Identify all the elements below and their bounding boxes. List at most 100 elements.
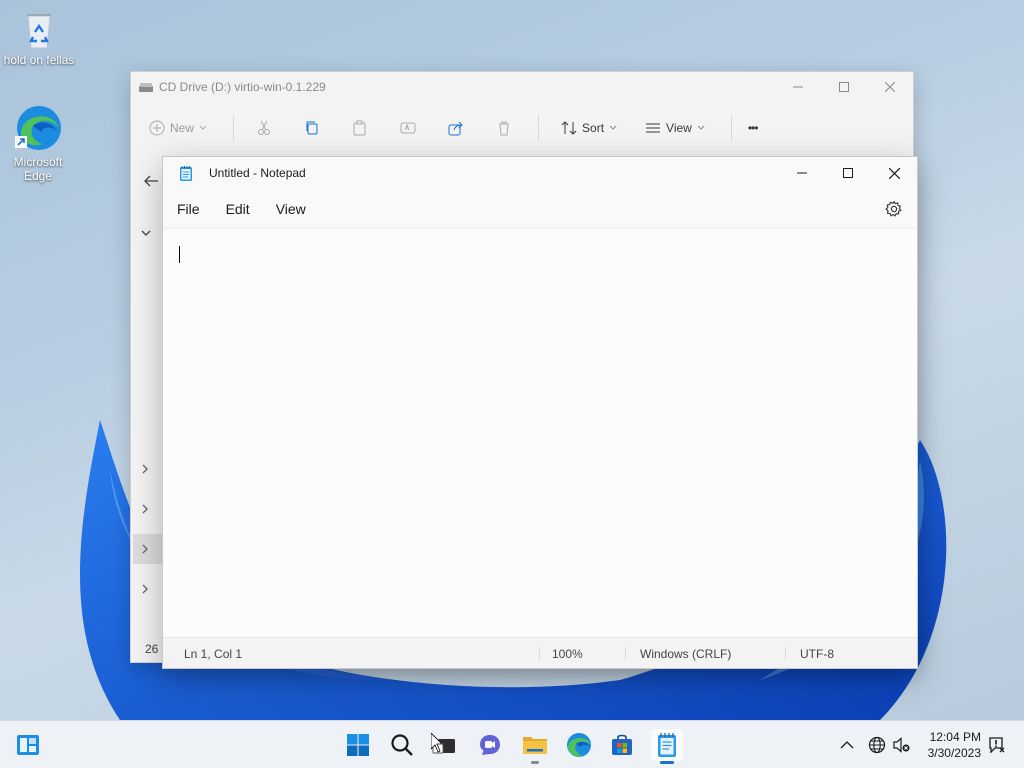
running-indicator — [531, 761, 539, 764]
volume-button[interactable] — [893, 721, 911, 768]
notepad-menu-bar: File Edit View — [163, 189, 917, 229]
system-clock[interactable]: 12:04 PM 3/30/2023 — [928, 729, 981, 761]
cut-button[interactable] — [256, 120, 272, 136]
gear-icon — [885, 200, 902, 217]
windows-logo-icon — [347, 734, 369, 756]
copy-icon — [306, 121, 318, 135]
notepad-minimize-button[interactable] — [779, 157, 825, 189]
menu-view[interactable]: View — [276, 197, 306, 221]
explorer-maximize-button[interactable] — [821, 72, 867, 102]
back-button[interactable] — [143, 174, 159, 191]
edge-taskbar-button[interactable] — [563, 729, 595, 761]
edge-icon — [13, 104, 63, 152]
desktop-icon-label: hold on fellas — [3, 53, 75, 67]
explorer-title: CD Drive (D:) virtio-win-0.1.229 — [159, 80, 326, 94]
zoom-level: 100% — [552, 647, 583, 661]
share-button[interactable] — [448, 120, 464, 136]
chevron-right-icon — [142, 584, 148, 594]
notepad-title: Untitled - Notepad — [209, 166, 306, 180]
explorer-navigation-pane — [131, 164, 163, 662]
widgets-icon — [17, 735, 39, 755]
maximize-icon — [839, 82, 849, 92]
notepad-text-area[interactable] — [163, 228, 917, 637]
scissors-icon — [258, 120, 271, 135]
sort-label: Sort — [582, 121, 605, 135]
nav-expander[interactable] — [141, 584, 149, 597]
desktop-icon-label: Microsoft Edge — [13, 155, 63, 183]
text-caret — [179, 246, 180, 263]
clock-date: 3/30/2023 — [927, 746, 981, 760]
edge-icon — [567, 733, 591, 757]
speaker-muted-icon — [893, 737, 910, 753]
chevron-right-icon — [142, 544, 148, 554]
settings-button[interactable] — [885, 200, 903, 218]
explorer-command-bar: New Sort View ••• — [131, 108, 913, 148]
file-explorer-taskbar-button[interactable] — [519, 729, 551, 764]
nav-expander[interactable] — [141, 504, 149, 517]
share-icon — [448, 121, 463, 136]
delete-button[interactable] — [496, 120, 512, 136]
explorer-close-button[interactable] — [867, 72, 913, 102]
maximize-icon — [843, 168, 853, 178]
notepad-maximize-button[interactable] — [825, 157, 871, 189]
notifications-button[interactable] — [988, 721, 1006, 768]
teams-chat-button[interactable] — [474, 729, 506, 761]
task-view-button[interactable] — [428, 729, 460, 761]
chevron-right-icon — [142, 504, 148, 514]
task-view-icon — [431, 733, 455, 754]
chevron-down-icon — [141, 230, 151, 236]
sort-button[interactable]: Sort — [561, 120, 617, 136]
chevron-right-icon — [142, 464, 148, 474]
more-options-icon: ••• — [747, 121, 759, 135]
clock-time: 12:04 PM — [929, 730, 981, 744]
start-button[interactable] — [342, 729, 374, 761]
chevron-down-icon — [199, 125, 207, 130]
notification-icon — [989, 737, 1005, 754]
view-list-icon — [646, 123, 661, 133]
notepad-titlebar[interactable]: Untitled - Notepad — [163, 157, 917, 189]
show-hidden-icons-button[interactable] — [840, 721, 854, 768]
new-button[interactable]: New — [149, 120, 207, 136]
chat-icon — [480, 735, 500, 755]
close-icon — [885, 82, 895, 92]
notepad-window[interactable]: Untitled - Notepad File Edit View Ln 1, … — [162, 156, 918, 669]
nav-expander[interactable] — [141, 228, 151, 240]
view-label: View — [666, 121, 692, 135]
notepad-taskbar-button[interactable] — [651, 729, 683, 764]
rename-button[interactable] — [400, 120, 416, 136]
notepad-app-icon — [179, 165, 193, 181]
search-button[interactable] — [386, 729, 418, 761]
language-button[interactable] — [868, 721, 886, 768]
arrow-left-icon — [144, 175, 158, 187]
explorer-titlebar[interactable]: CD Drive (D:) virtio-win-0.1.229 — [131, 72, 913, 102]
active-window-indicator — [660, 761, 674, 764]
status-divider — [785, 647, 786, 661]
cursor-position: Ln 1, Col 1 — [184, 647, 243, 661]
view-button[interactable]: View — [645, 120, 705, 136]
store-icon — [612, 734, 632, 755]
minimize-icon — [797, 172, 807, 174]
store-button[interactable] — [606, 729, 638, 761]
taskbar: 12:04 PM 3/30/2023 — [0, 720, 1024, 768]
copy-button[interactable] — [304, 120, 320, 136]
notepad-close-button[interactable] — [871, 157, 917, 189]
plus-circle-icon — [149, 120, 165, 136]
line-ending: Windows (CRLF) — [640, 647, 732, 661]
toolbar-divider — [538, 115, 540, 141]
cd-drive-icon — [139, 82, 153, 92]
explorer-minimize-button[interactable] — [775, 72, 821, 102]
widgets-button[interactable] — [12, 729, 44, 761]
toolbar-divider — [730, 115, 732, 141]
menu-file[interactable]: File — [177, 197, 200, 221]
paste-button[interactable] — [352, 120, 368, 136]
notepad-icon — [658, 733, 676, 757]
desktop-icon-recycle-bin[interactable]: hold on fellas — [1, 10, 77, 67]
menu-edit[interactable]: Edit — [226, 197, 250, 221]
nav-expander[interactable] — [141, 544, 149, 557]
recycle-bin-icon — [19, 10, 59, 50]
desktop-icon-edge[interactable]: Microsoft Edge — [0, 104, 76, 183]
nav-expander[interactable] — [141, 464, 149, 477]
notepad-status-bar: Ln 1, Col 1 100% Windows (CRLF) UTF-8 — [163, 637, 917, 668]
more-options-button[interactable]: ••• — [747, 121, 759, 135]
status-divider — [625, 647, 626, 661]
